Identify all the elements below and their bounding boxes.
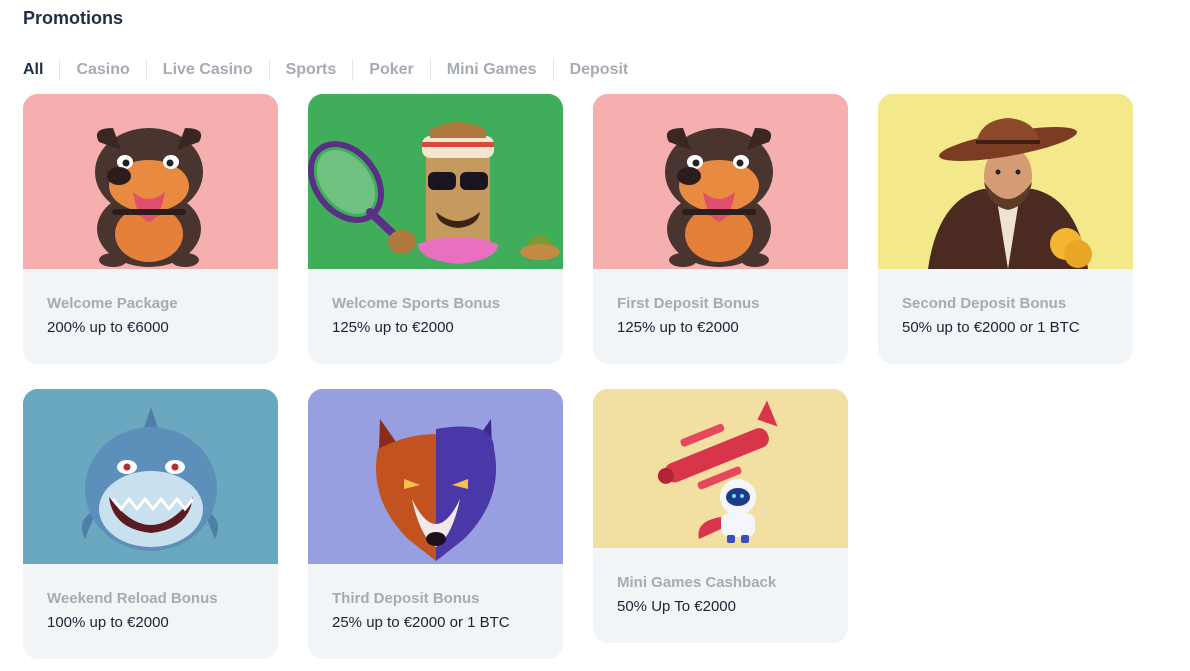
promo-title: Third Deposit Bonus <box>332 590 480 607</box>
tab-sports[interactable]: Sports <box>286 61 337 79</box>
cowboy-icon <box>878 94 1133 269</box>
promo-offer: 125% up to €2000 <box>617 319 739 336</box>
promo-image <box>593 94 848 269</box>
promo-image <box>23 389 278 564</box>
promo-card-welcome-package[interactable]: Welcome Package 200% up to €6000 <box>23 94 278 364</box>
tab-divider <box>59 59 61 81</box>
promo-card-weekend-reload-bonus[interactable]: Weekend Reload Bonus 100% up to €2000 <box>23 389 278 659</box>
promo-card-first-deposit-bonus[interactable]: First Deposit Bonus 125% up to €2000 <box>593 94 848 364</box>
tab-divider <box>352 59 354 81</box>
promo-title: Weekend Reload Bonus <box>47 590 218 607</box>
tab-poker[interactable]: Poker <box>369 61 413 79</box>
promo-offer: 100% up to €2000 <box>47 614 169 631</box>
shark-icon <box>23 389 278 564</box>
promo-image <box>593 389 848 548</box>
tab-divider <box>268 59 270 81</box>
promo-offer: 125% up to €2000 <box>332 319 454 336</box>
promo-image <box>23 94 278 269</box>
promo-offer: 50% up to €2000 or 1 BTC <box>902 319 1080 336</box>
tab-all[interactable]: All <box>23 61 43 79</box>
tab-deposit[interactable]: Deposit <box>570 61 629 79</box>
tab-mini-games[interactable]: Mini Games <box>447 61 537 79</box>
promo-title: Mini Games Cashback <box>617 574 777 591</box>
promo-offer: 50% Up To €2000 <box>617 598 736 615</box>
promo-card-third-deposit-bonus[interactable]: Third Deposit Bonus 25% up to €2000 or 1… <box>308 389 563 659</box>
promo-card-welcome-sports-bonus[interactable]: Welcome Sports Bonus 125% up to €2000 <box>308 94 563 364</box>
promo-title: Welcome Sports Bonus <box>332 295 501 312</box>
promo-image <box>308 94 563 269</box>
promotion-category-tabs: All Casino Live Casino Sports Poker Mini… <box>23 59 629 81</box>
promo-card-second-deposit-bonus[interactable]: Second Deposit Bonus 50% up to €2000 or … <box>878 94 1133 364</box>
promo-offer: 25% up to €2000 or 1 BTC <box>332 614 510 631</box>
promo-title: Welcome Package <box>47 295 178 312</box>
dog-icon <box>593 94 848 269</box>
tab-casino[interactable]: Casino <box>76 61 129 79</box>
tab-divider <box>429 59 431 81</box>
promo-card-mini-games-cashback[interactable]: Mini Games Cashback 50% Up To €2000 <box>593 389 848 643</box>
promo-offer: 200% up to €6000 <box>47 319 169 336</box>
dog-icon <box>23 94 278 269</box>
plane-astronaut-icon <box>593 389 848 548</box>
tab-divider <box>552 59 554 81</box>
promo-image <box>878 94 1133 269</box>
promo-image <box>308 389 563 564</box>
tab-live-casino[interactable]: Live Casino <box>163 61 253 79</box>
promo-title: Second Deposit Bonus <box>902 295 1067 312</box>
tiki-tennis-icon <box>308 94 563 269</box>
page-title: Promotions <box>23 8 124 28</box>
wolf-icon <box>308 389 563 564</box>
tab-divider <box>145 59 147 81</box>
promo-title: First Deposit Bonus <box>617 295 760 312</box>
